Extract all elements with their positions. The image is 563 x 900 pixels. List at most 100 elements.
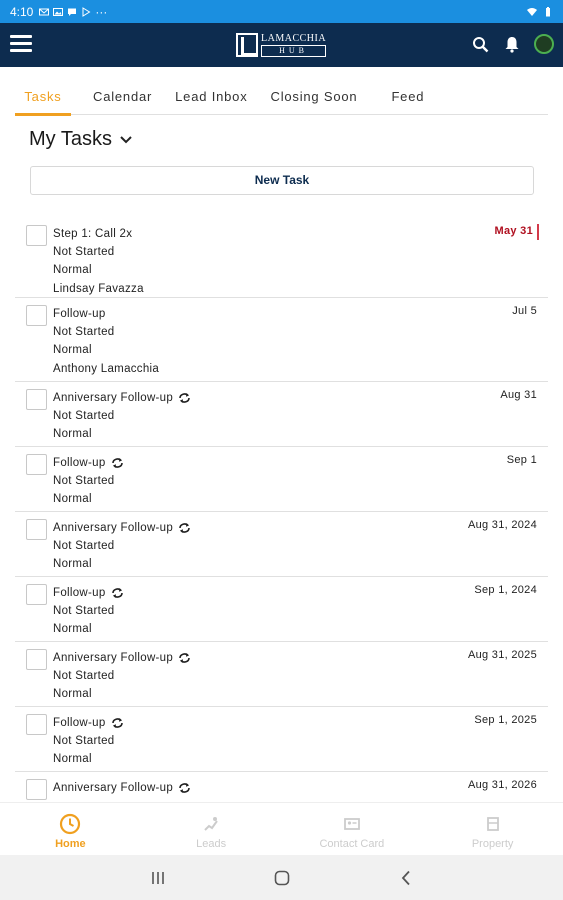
recurring-icon: [111, 458, 123, 469]
app-bar: LAMACCHIA HUB: [0, 23, 563, 67]
task-priority: Normal: [53, 428, 92, 440]
nav-home[interactable]: Home: [0, 803, 141, 855]
tab-feed[interactable]: Feed: [391, 85, 424, 115]
task-status: Not Started: [53, 325, 115, 338]
system-navigation-bar: [0, 855, 563, 900]
tab-closing-soon[interactable]: Closing Soon: [271, 85, 358, 115]
task-checkbox[interactable]: [26, 225, 47, 246]
recurring-icon: [179, 393, 190, 404]
avatar[interactable]: [533, 33, 555, 55]
leads-icon: [204, 817, 218, 831]
nav-property[interactable]: Property: [422, 803, 563, 855]
nav-leads[interactable]: Leads: [141, 803, 282, 855]
tab-tasks[interactable]: Tasks: [15, 85, 71, 116]
task-title: Follow-up: [53, 717, 106, 730]
contact-card-icon: [343, 818, 360, 830]
task-status: Not Started: [53, 734, 115, 747]
task-title: Follow-up: [53, 587, 106, 600]
recurring-icon: [179, 783, 190, 794]
task-priority: Normal: [53, 753, 92, 765]
task-priority: Normal: [53, 688, 92, 700]
task-priority: Normal: [53, 344, 92, 356]
recurring-icon: [179, 523, 190, 534]
task-due-date: Aug 31, 2024: [467, 519, 537, 531]
notification-icons: ···: [39, 5, 107, 19]
task-checkbox[interactable]: [26, 305, 47, 326]
task-checkbox[interactable]: [26, 779, 47, 800]
task-due-date: Sep 1, 2025: [474, 714, 537, 726]
bell-icon[interactable]: [501, 33, 523, 55]
task-due-date: May 31: [494, 225, 533, 237]
task-row[interactable]: Follow-up Not Started Normal Anthony Lam…: [15, 298, 548, 382]
task-row[interactable]: Follow-up Not Started Normal Sep 1: [15, 447, 548, 512]
task-due-date: Aug 31: [500, 389, 537, 401]
task-due-date: Sep 1: [506, 454, 537, 466]
property-icon: [486, 817, 499, 831]
task-row[interactable]: Anniversary Follow-up Not Started Normal…: [15, 642, 548, 707]
task-checkbox[interactable]: [26, 584, 47, 605]
nav-property-label: Property: [471, 838, 514, 850]
task-assignee: Lindsay Favazza: [53, 282, 144, 295]
task-checkbox[interactable]: [26, 389, 47, 410]
task-priority: Normal: [53, 623, 92, 635]
hamburger-menu-icon[interactable]: [10, 35, 32, 55]
nav-contact-card[interactable]: Contact Card: [282, 803, 423, 855]
task-row[interactable]: Step 1: Call 2x Not Started Normal Linds…: [15, 218, 548, 298]
task-title: Anniversary Follow-up: [53, 392, 174, 405]
task-row[interactable]: Anniversary Follow-up Not Started Normal…: [15, 512, 548, 577]
task-due-date: Sep 1, 2024: [474, 584, 537, 596]
task-title: Follow-up: [53, 457, 106, 470]
task-status: Not Started: [53, 604, 115, 617]
battery-icon: [546, 6, 550, 16]
task-status: Not Started: [53, 474, 115, 487]
recurring-icon: [179, 653, 190, 664]
status-time: 4:10: [10, 4, 34, 19]
section-title: My Tasks: [29, 128, 112, 150]
search-icon[interactable]: [469, 33, 491, 55]
task-row[interactable]: Anniversary Follow-up Aug 31, 2026: [15, 772, 548, 802]
recent-apps-icon[interactable]: [146, 866, 170, 890]
bottom-navigation: Home Leads Contact Card Property: [0, 802, 563, 855]
task-status: Not Started: [53, 669, 115, 682]
recurring-icon: [111, 588, 123, 599]
task-assignee: Anthony Lamacchia: [53, 362, 160, 375]
task-title: Anniversary Follow-up: [53, 652, 174, 665]
nav-contact-card-label: Contact Card: [319, 838, 385, 850]
task-list: Step 1: Call 2x Not Started Normal Linds…: [15, 218, 548, 802]
task-row[interactable]: Anniversary Follow-up Not Started Normal…: [15, 382, 548, 447]
task-checkbox[interactable]: [26, 454, 47, 475]
task-status: Not Started: [53, 409, 115, 422]
home-icon[interactable]: [270, 866, 294, 890]
task-title: Step 1: Call 2x: [53, 228, 133, 241]
new-task-button[interactable]: New Task: [30, 166, 534, 195]
task-due-date: Aug 31, 2025: [467, 649, 537, 661]
task-checkbox[interactable]: [26, 649, 47, 670]
tab-lead-inbox[interactable]: Lead Inbox: [175, 85, 247, 115]
clock-icon: [60, 813, 81, 835]
nav-home-label: Home: [55, 838, 86, 850]
task-row[interactable]: Follow-up Not Started Normal Sep 1, 2024: [15, 577, 548, 642]
play-store-icon: [82, 6, 91, 17]
logo-text-line2: HUB: [261, 45, 327, 57]
task-row[interactable]: Follow-up Not Started Normal Sep 1, 2025: [15, 707, 548, 772]
more-notifications: ···: [95, 4, 108, 19]
recurring-icon: [111, 718, 123, 729]
lamacchia-hub-logo: LAMACCHIA HUB: [236, 31, 328, 59]
task-checkbox[interactable]: [26, 519, 47, 540]
task-title: Anniversary Follow-up: [53, 782, 174, 795]
logo-text-line1: LAMACCHIA: [261, 33, 327, 44]
my-tasks-dropdown[interactable]: My Tasks: [29, 128, 132, 151]
logo-mark: [236, 33, 258, 57]
wifi-icon: [527, 7, 537, 16]
tab-calendar[interactable]: Calendar: [93, 85, 152, 115]
task-priority: Normal: [53, 558, 92, 570]
task-status: Not Started: [53, 245, 115, 258]
task-title: Anniversary Follow-up: [53, 522, 174, 535]
task-checkbox[interactable]: [26, 714, 47, 735]
task-title: Follow-up: [53, 308, 106, 321]
back-icon[interactable]: [394, 866, 418, 890]
task-due-date: Aug 31, 2026: [467, 779, 537, 791]
chevron-down-icon: [120, 135, 132, 143]
image-icon: [53, 7, 64, 16]
status-bar: 4:10 ···: [0, 0, 563, 23]
